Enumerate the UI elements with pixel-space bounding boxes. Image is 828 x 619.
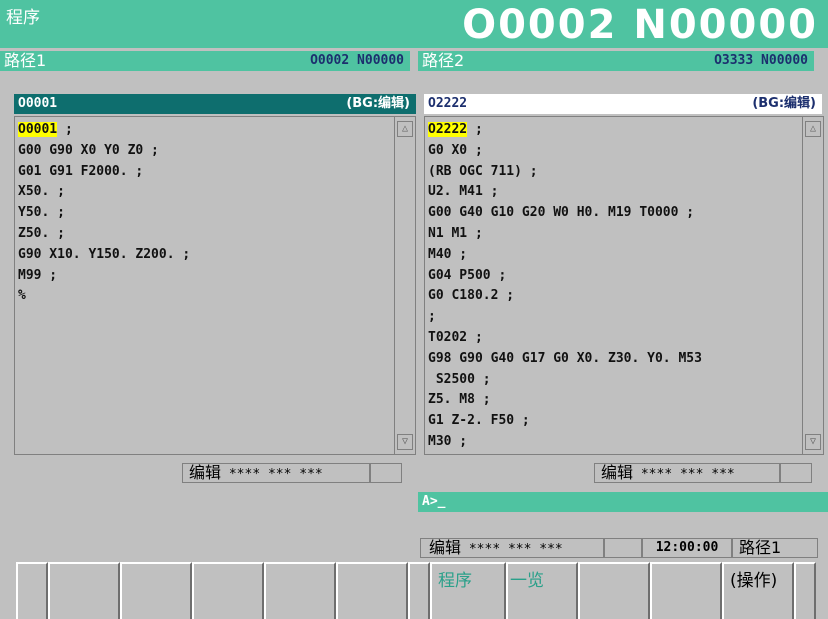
right-status-box (780, 463, 812, 483)
mdi-input-line[interactable]: A>_ (418, 492, 828, 512)
right-code-list: O2222 ; G0 X0 ; (RB OGC 711) ; U2. M41 ; G00… (428, 120, 702, 453)
code-line: T0202 ; (428, 329, 483, 345)
left-scrollbar[interactable]: △ ▽ (394, 117, 415, 454)
bottom-status-path: 路径1 (739, 538, 782, 557)
softkey-list[interactable]: 一览 (506, 562, 578, 619)
cursor-program-number: O2222 (428, 122, 468, 137)
cursor-program-number: O0001 (18, 122, 58, 137)
softkey-operation-label: (操作) (730, 571, 778, 591)
current-program-number: O0002 N00000 (462, 2, 818, 48)
softkey-5[interactable] (336, 562, 408, 619)
path1-number: O0002 N00000 (310, 53, 404, 68)
left-program-editor[interactable]: O0001 ; G00 G90 X0 Y0 Z0 ; G01 G91 F2000. … (14, 116, 416, 455)
code-line: G04 P500 ; (428, 267, 507, 283)
code-line: ; (428, 309, 436, 325)
code-line: G01 G91 F2000. ; (18, 163, 144, 179)
code-line: G1 Z-2. F50 ; (428, 413, 530, 429)
path2-number: O3333 N00000 (714, 53, 808, 68)
code-line: G0 C180.2 ; (428, 288, 515, 304)
path2-bar: 路径2 O3333 N00000 (418, 51, 814, 71)
left-code-list: O0001 ; G00 G90 X0 Y0 Z0 ; G01 G91 F2000. … (18, 120, 190, 307)
screen-title: 程序 (6, 8, 40, 28)
bottom-status-mode-bar: 编辑 **** *** *** (420, 538, 604, 558)
softkey-9[interactable] (650, 562, 722, 619)
left-status-bar: 编辑 **** *** *** (182, 463, 370, 483)
left-status-mode: 编辑 (189, 463, 222, 482)
right-program-editor[interactable]: O2222 ; G0 X0 ; (RB OGC 711) ; U2. M41 ; G00… (424, 116, 824, 455)
code-line: G98 G90 G40 G17 G0 X0. Z30. Y0. M53 (428, 350, 702, 366)
code-line: Z5. M8 ; (428, 392, 491, 408)
code-line: G00 G40 G10 G20 W0 H0. M19 T0000 ; (428, 205, 695, 221)
softkey-1[interactable] (48, 562, 120, 619)
left-program-name: O0001 (18, 96, 58, 111)
bottom-status-mode: 编辑 (429, 538, 462, 557)
path1-label: 路径1 (4, 51, 47, 70)
right-status-mode: 编辑 (601, 463, 634, 482)
scroll-up-icon[interactable]: △ (397, 121, 413, 137)
right-status-stars: **** *** *** (640, 467, 735, 482)
left-status-box (370, 463, 402, 483)
softkey-2[interactable] (120, 562, 192, 619)
code-line: Y50. ; (18, 205, 65, 221)
right-scrollbar[interactable]: △ ▽ (802, 117, 823, 454)
left-program-mode: (BG:编辑) (346, 96, 410, 111)
softkey-3[interactable] (192, 562, 264, 619)
path1-bar: 路径1 O0002 N00000 (0, 51, 410, 71)
left-status-stars: **** *** *** (228, 467, 323, 482)
right-program-mode: (BG:编辑) (752, 96, 816, 111)
right-program-header[interactable]: O2222 (BG:编辑) (424, 94, 822, 114)
path2-label: 路径2 (422, 51, 465, 70)
softkey-program[interactable]: 程序 (430, 562, 506, 619)
right-program-name: O2222 (428, 96, 468, 111)
code-line: U2. M41 ; (428, 184, 499, 200)
scroll-up-icon[interactable]: △ (805, 121, 821, 137)
code-line: S2500 ; (428, 371, 491, 387)
left-program-header[interactable]: O0001 (BG:编辑) (14, 94, 416, 114)
clock-display: 12:00:00 (642, 538, 732, 558)
softkey-right-continue[interactable] (794, 562, 816, 619)
code-line: M40 ; (428, 246, 468, 262)
code-line: M30 ; (428, 433, 468, 449)
code-line: G0 X0 ; (428, 142, 483, 158)
screen-header: 程序 O0002 N00000 (0, 0, 828, 48)
code-line: N1 M1 ; (428, 225, 483, 241)
code-line: M99 ; (18, 267, 58, 283)
code-line: G00 G90 X0 Y0 Z0 ; (18, 142, 159, 158)
scroll-down-icon[interactable]: ▽ (805, 434, 821, 450)
code-line: O0001 ; (18, 122, 73, 137)
softkey-left-return[interactable] (16, 562, 48, 619)
softkey-operation[interactable]: (操作) (722, 562, 794, 619)
softkey-4[interactable] (264, 562, 336, 619)
right-status-bar: 编辑 **** *** *** (594, 463, 780, 483)
code-line: Z50. ; (18, 225, 65, 241)
softkey-list-label: 一览 (510, 571, 544, 591)
softkey-6-edge[interactable] (408, 562, 430, 619)
code-line: (RB OGC 711) ; (428, 163, 538, 179)
bottom-status-stars: **** *** *** (468, 542, 563, 557)
softkey-8[interactable] (578, 562, 650, 619)
bottom-status-box (604, 538, 642, 558)
softkey-program-label: 程序 (438, 571, 472, 591)
code-line: % (18, 288, 26, 304)
scroll-down-icon[interactable]: ▽ (397, 434, 413, 450)
code-line: G90 X10. Y150. Z200. ; (18, 246, 191, 262)
bottom-status-path-box: 路径1 (732, 538, 818, 558)
code-line: X50. ; (18, 184, 65, 200)
code-line: O2222 ; (428, 122, 483, 137)
